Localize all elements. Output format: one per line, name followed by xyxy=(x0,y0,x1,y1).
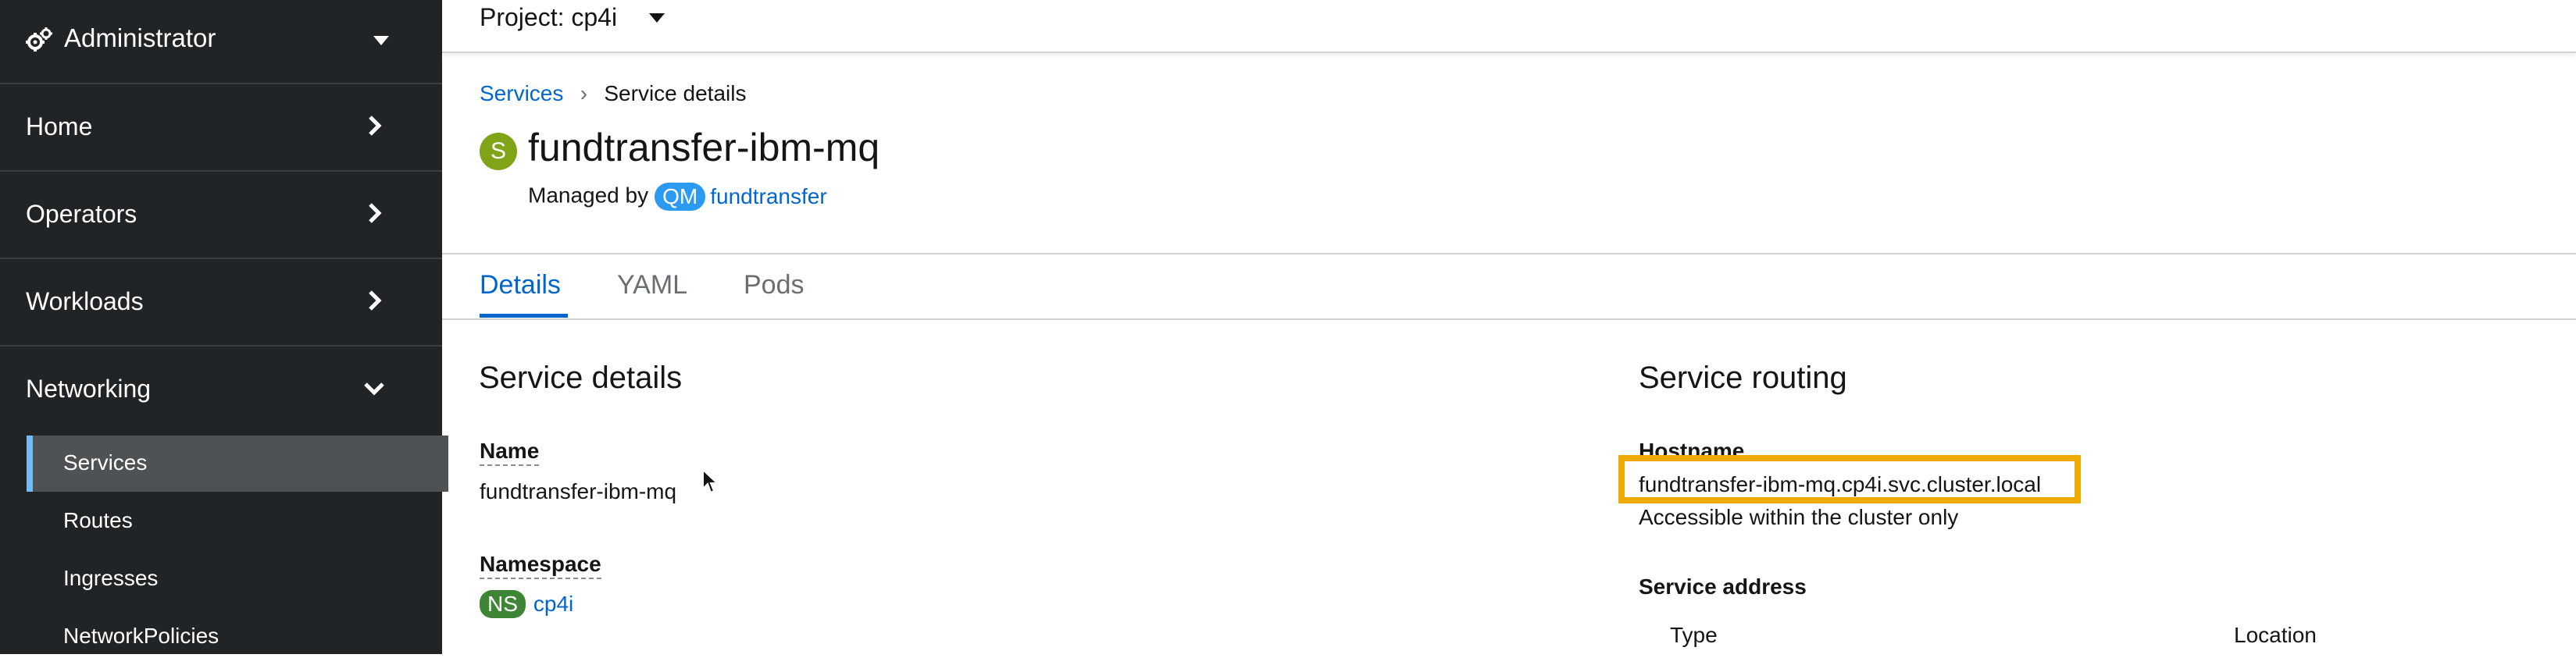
sidebar-item-networkpolicies[interactable]: NetworkPolicies xyxy=(27,609,442,665)
perspective-switcher[interactable]: Administrator xyxy=(0,0,442,84)
sidebar-item-label: NetworkPolicies xyxy=(63,624,219,648)
breadcrumb: Services › Service details xyxy=(480,81,746,106)
sidebar-item-ingresses[interactable]: Ingresses xyxy=(27,551,442,607)
hostname-note: Accessible within the cluster only xyxy=(1639,505,1959,529)
chevron-right-icon xyxy=(369,290,382,311)
tab-bar: Details YAML Pods xyxy=(442,253,2576,320)
main-content: Project: cp4i Services › Service details S… xyxy=(442,0,2576,654)
active-tab-indicator xyxy=(480,314,568,318)
owner-link[interactable]: fundtransfer xyxy=(710,184,826,208)
chevron-down-icon xyxy=(364,382,384,396)
service-resource-badge: S xyxy=(480,133,517,170)
perspective-label: Administrator xyxy=(64,23,216,52)
name-label[interactable]: Name xyxy=(480,439,540,466)
namespace-label[interactable]: Namespace xyxy=(480,552,601,579)
sidebar-item-label: Routes xyxy=(63,508,133,532)
tab-details[interactable]: Details xyxy=(480,270,561,300)
column-header-location: Location xyxy=(2234,623,2317,647)
mouse-pointer-icon xyxy=(702,468,719,494)
hostname-value: fundtransfer-ibm-mq.cp4i.svc.cluster.loc… xyxy=(1639,472,2042,496)
managed-by: Managed by QM fundtransfer xyxy=(528,183,827,211)
chevron-right-icon xyxy=(369,203,382,223)
hostname-label: Hostname xyxy=(1639,439,1745,463)
nav-item-label: Operators xyxy=(26,200,137,228)
service-routing-heading: Service routing xyxy=(1639,361,1847,395)
sidebar-item-routes[interactable]: Routes xyxy=(27,493,442,549)
nav-item-label: Workloads xyxy=(26,287,144,315)
nav-item-home[interactable]: Home xyxy=(0,84,442,172)
sidebar-item-label: Ingresses xyxy=(63,566,159,590)
chevron-right-icon xyxy=(369,116,382,136)
breadcrumb-current: Service details xyxy=(604,81,747,105)
name-value: fundtransfer-ibm-mq xyxy=(480,479,677,503)
managed-by-label: Managed by xyxy=(528,183,649,208)
nav-item-label: Home xyxy=(26,112,93,140)
project-selector[interactable]: Project: cp4i xyxy=(480,3,617,32)
gears-icon xyxy=(26,27,52,52)
tab-yaml[interactable]: YAML xyxy=(617,270,687,300)
sidebar-item-label: Services xyxy=(63,450,148,475)
namespace-link[interactable]: cp4i xyxy=(533,592,573,616)
breadcrumb-services-link[interactable]: Services xyxy=(480,81,563,105)
caret-down-icon xyxy=(373,36,389,45)
caret-down-icon[interactable] xyxy=(649,13,665,23)
nav-item-workloads[interactable]: Workloads xyxy=(0,259,442,347)
namespace-value: NS cp4i xyxy=(480,590,573,618)
service-details-heading: Service details xyxy=(479,361,683,395)
column-header-type: Type xyxy=(1670,623,1718,647)
project-bar: Project: cp4i xyxy=(442,0,2576,53)
sidebar-item-services[interactable]: Services xyxy=(27,436,448,492)
namespace-badge: NS xyxy=(480,590,526,618)
page-title: fundtransfer-ibm-mq xyxy=(528,126,880,169)
nav-item-networking[interactable]: Networking xyxy=(0,347,442,432)
sidebar: Administrator Home Operators Workloads N… xyxy=(0,0,448,654)
nav-item-label: Networking xyxy=(26,375,152,403)
tab-pods[interactable]: Pods xyxy=(744,270,805,300)
queue-manager-badge: QM xyxy=(655,183,706,211)
service-address-label: Service address xyxy=(1639,574,1807,599)
nav-item-operators[interactable]: Operators xyxy=(0,172,442,259)
breadcrumb-separator-icon: › xyxy=(580,81,588,105)
